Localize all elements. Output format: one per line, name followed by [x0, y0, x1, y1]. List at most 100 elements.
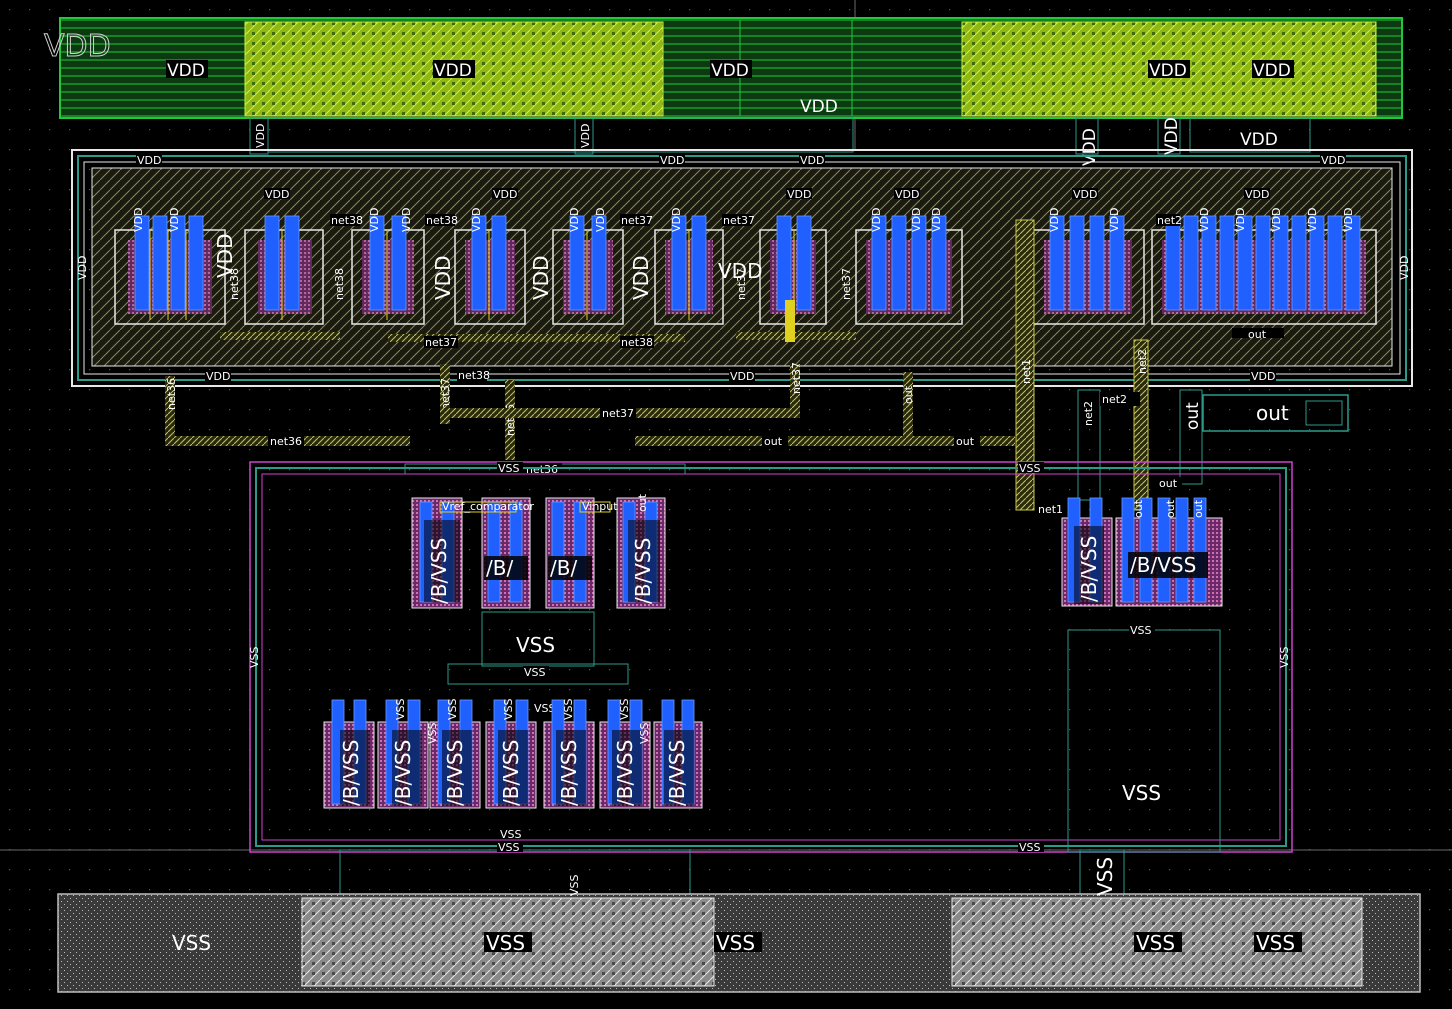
- svg-text:VSS: VSS: [516, 633, 555, 657]
- vss-big-label: VSS: [172, 931, 211, 955]
- svg-text:VDD: VDD: [1048, 208, 1061, 232]
- svg-text:VDD: VDD: [629, 256, 653, 300]
- svg-text:VDD: VDD: [660, 154, 684, 167]
- svg-text:net37: net37: [621, 214, 653, 227]
- svg-text:net36: net36: [165, 378, 178, 410]
- svg-text:VDD: VDD: [568, 208, 581, 232]
- svg-text:net37: net37: [439, 378, 452, 410]
- svg-text:out: out: [1159, 477, 1178, 490]
- svg-text:VDD: VDD: [400, 208, 413, 232]
- svg-text:VDD: VDD: [529, 256, 553, 300]
- svg-text:VDD: VDD: [594, 208, 607, 232]
- svg-text:net38: net38: [333, 268, 346, 300]
- svg-text:net37: net37: [840, 268, 853, 300]
- nmos-label: /B/: [486, 556, 513, 580]
- nmos-label: /B/VSS: [427, 538, 451, 604]
- vdd-label: VDD: [800, 97, 838, 117]
- vss-label: VSS: [1136, 931, 1175, 955]
- svg-text:net2: net2: [1102, 393, 1127, 406]
- svg-text:net2: net2: [1157, 214, 1182, 227]
- svg-text:VDD: VDD: [265, 188, 289, 201]
- svg-text:VSS: VSS: [446, 698, 459, 720]
- svg-text:VDD: VDD: [470, 208, 483, 232]
- svg-text:VDD: VDD: [1321, 154, 1345, 167]
- vss-label: VSS: [1256, 931, 1295, 955]
- svg-text:net38: net38: [426, 214, 458, 227]
- svg-text:net36: net36: [270, 435, 302, 448]
- vdd-label: VDD: [1149, 61, 1187, 81]
- svg-text:VDD: VDD: [206, 370, 230, 383]
- svg-text:VDD: VDD: [1251, 370, 1275, 383]
- nmos-label: /B/VSS: [665, 740, 689, 806]
- svg-text:out: out: [1164, 499, 1177, 518]
- svg-text:out: out: [1192, 499, 1205, 518]
- nmos-label: /B/VSS: [613, 740, 637, 806]
- nmos-label: /B/: [550, 556, 577, 580]
- svg-text:VDD: VDD: [910, 208, 923, 232]
- svg-text:VSS: VSS: [394, 698, 407, 720]
- svg-text:VDD: VDD: [1080, 128, 1100, 166]
- svg-text:VDD: VDD: [1306, 208, 1319, 232]
- svg-text:VDD: VDD: [254, 124, 267, 148]
- nmos-label: /B/VSS: [557, 740, 581, 806]
- svg-text:VDD: VDD: [718, 259, 762, 283]
- svg-text:VSS: VSS: [1278, 646, 1291, 668]
- svg-text:net1: net1: [1020, 359, 1033, 384]
- svg-text:VDD: VDD: [132, 208, 145, 232]
- svg-text:VDD: VDD: [800, 154, 824, 167]
- svg-text:VSS: VSS: [248, 646, 261, 668]
- svg-text:VSS: VSS: [562, 698, 575, 720]
- svg-text:VDD: VDD: [1198, 208, 1211, 232]
- nmos-label: /B/VSS: [443, 740, 467, 806]
- svg-text:VSS: VSS: [500, 828, 522, 841]
- svg-text:VDD: VDD: [1245, 188, 1269, 201]
- nmos-label: /B/VSS: [1130, 553, 1196, 577]
- svg-text:net37: net37: [723, 214, 755, 227]
- svg-text:out: out: [956, 435, 975, 448]
- svg-text:net38: net38: [621, 336, 653, 349]
- vss-label: VSS: [716, 931, 755, 955]
- net1-label: net1: [1038, 503, 1063, 516]
- svg-text:VDD: VDD: [1234, 208, 1247, 232]
- svg-text:VSS: VSS: [568, 874, 581, 896]
- layout-canvas[interactable]: VDD VDD VDD VDD VDD VDD VDD VDD VDD VDD …: [0, 0, 1452, 1009]
- svg-text:net2: net2: [1136, 349, 1149, 374]
- svg-text:VDD: VDD: [787, 188, 811, 201]
- vss-label: VSS: [486, 931, 525, 955]
- nmos-label: /B/VSS: [499, 740, 523, 806]
- svg-text:VSS: VSS: [524, 666, 546, 679]
- svg-text:out: out: [636, 493, 649, 512]
- svg-text:VDD: VDD: [1398, 256, 1411, 280]
- vdd-label: VDD: [711, 61, 749, 81]
- svg-text:VSS: VSS: [502, 698, 515, 720]
- nmos-label: /B/VSS: [339, 740, 363, 806]
- svg-text:VSS: VSS: [426, 722, 439, 744]
- svg-text:VDD: VDD: [1073, 188, 1097, 201]
- vdd-label: VDD: [167, 61, 205, 81]
- svg-text:VDD: VDD: [1108, 208, 1121, 232]
- svg-text:VDD: VDD: [368, 208, 381, 232]
- svg-text:VDD: VDD: [76, 256, 89, 280]
- vdd-label: VDD: [1253, 61, 1291, 81]
- svg-text:net2: net2: [1082, 401, 1095, 426]
- vinput-label: Vinput: [582, 500, 618, 513]
- svg-text:net38: net38: [458, 369, 490, 382]
- svg-text:out: out: [1132, 499, 1145, 518]
- svg-text:out: out: [1248, 328, 1267, 341]
- vdd-label: VDD: [1240, 130, 1278, 150]
- svg-text:net37: net37: [790, 362, 803, 394]
- svg-text:VDD: VDD: [168, 208, 181, 232]
- nmos-label: /B/VSS: [391, 740, 415, 806]
- svg-text:VDD: VDD: [431, 256, 455, 300]
- svg-text:net38: net38: [331, 214, 363, 227]
- vref-comparator-label: Vref_comparator: [442, 500, 534, 513]
- svg-text:VSS: VSS: [498, 462, 520, 475]
- svg-text:VDD: VDD: [579, 124, 592, 148]
- svg-text:VSS: VSS: [1019, 841, 1041, 854]
- svg-text:net37: net37: [602, 407, 634, 420]
- svg-text:net37: net37: [425, 336, 457, 349]
- svg-text:VSS: VSS: [1130, 624, 1152, 637]
- vdd-label: VDD: [434, 61, 472, 81]
- vss-big-right: VSS: [1122, 781, 1161, 805]
- vdd-big-label: VDD: [44, 29, 111, 64]
